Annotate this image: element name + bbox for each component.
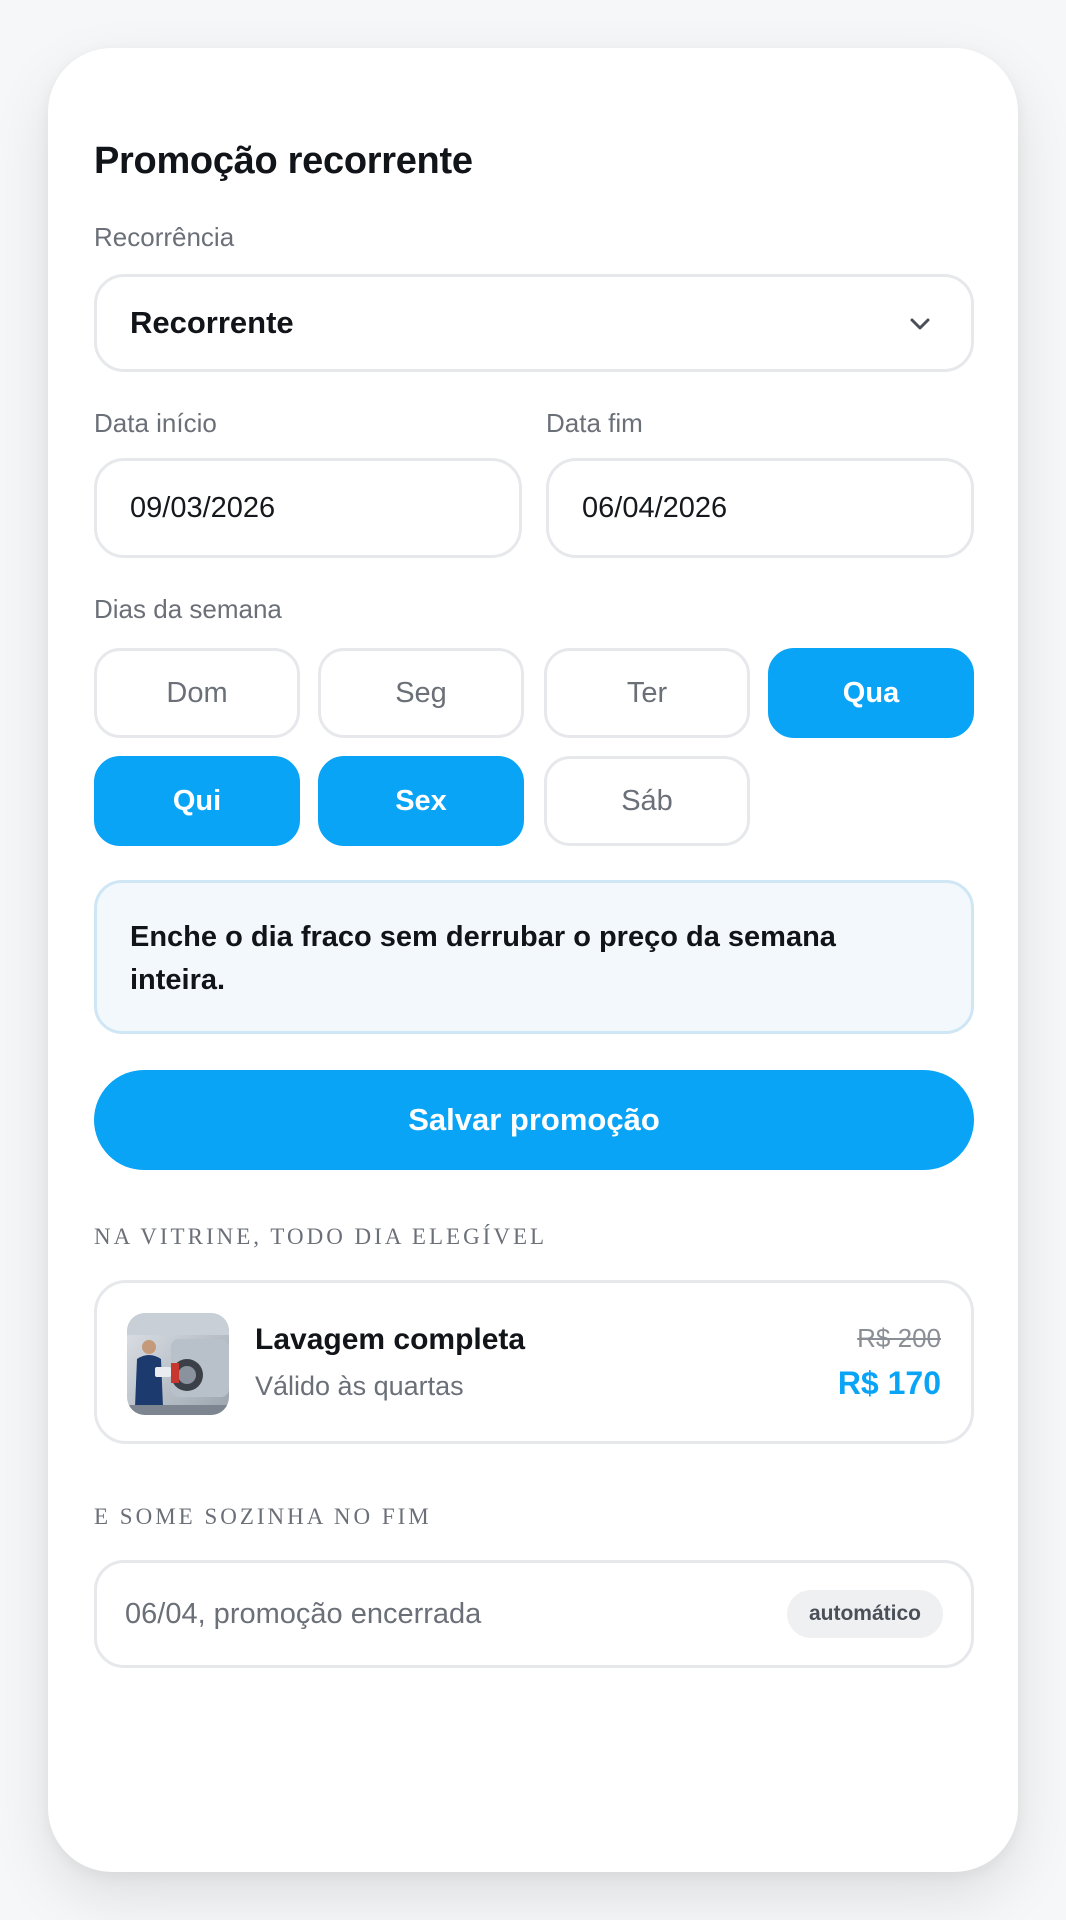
start-date-label: Data início — [94, 408, 217, 438]
day-label: Sáb — [621, 784, 673, 817]
day-sab[interactable]: Sáb — [544, 756, 750, 846]
day-label: Qua — [842, 676, 900, 709]
end-section-label: E SOME SOZINHA NO FIM — [94, 1504, 432, 1529]
page-title: Promoção recorrente — [94, 140, 473, 182]
day-seg[interactable]: Seg — [318, 648, 524, 738]
promotion-card: Promoção recorrente Recorrência Recorren… — [48, 48, 1018, 1872]
status-badge: automático — [786, 1590, 943, 1638]
info-note: Enche o dia fraco sem derrubar o preço d… — [94, 880, 974, 1034]
chevron-down-icon — [910, 318, 930, 330]
new-price: R$ 170 — [837, 1365, 941, 1401]
day-dom[interactable]: Dom — [94, 648, 300, 738]
day-label: Qui — [172, 784, 222, 817]
day-label: Seg — [395, 676, 447, 709]
ended-text: 06/04, promoção encerrada — [125, 1598, 482, 1630]
day-sex[interactable]: Sex — [318, 756, 524, 846]
start-date-value: 09/03/2026 — [130, 491, 276, 524]
recurrence-select[interactable]: Recorrente — [94, 274, 974, 372]
day-label: Dom — [166, 676, 228, 709]
showcase-section-label: NA VITRINE, TODO DIA ELEGÍVEL — [94, 1224, 548, 1249]
end-date-input[interactable]: 06/04/2026 — [546, 458, 974, 558]
recurrence-label: Recorrência — [94, 222, 235, 252]
start-date-input[interactable]: 09/03/2026 — [94, 458, 522, 558]
day-ter[interactable]: Ter — [544, 648, 750, 738]
day-label: Sex — [395, 784, 447, 817]
car-wash-photo-icon — [127, 1313, 229, 1415]
weekdays-label: Dias da semana — [94, 594, 282, 624]
product-subtitle: Válido às quartas — [255, 1371, 464, 1401]
end-date-label: Data fim — [546, 408, 643, 438]
day-qua[interactable]: Qua — [768, 648, 974, 738]
product-thumbnail — [127, 1313, 229, 1415]
end-date-value: 06/04/2026 — [582, 491, 728, 524]
product-card[interactable]: Lavagem completa Válido às quartas R$ 20… — [94, 1280, 974, 1444]
save-promotion-button[interactable]: Salvar promoção — [94, 1070, 974, 1170]
promotion-ended-row: 06/04, promoção encerrada automático — [94, 1560, 974, 1668]
day-qui[interactable]: Qui — [94, 756, 300, 846]
recurrence-value: Recorrente — [130, 305, 294, 340]
day-label: Ter — [626, 676, 668, 709]
old-price: R$ 200 — [857, 1323, 941, 1353]
product-name: Lavagem completa — [255, 1323, 526, 1356]
